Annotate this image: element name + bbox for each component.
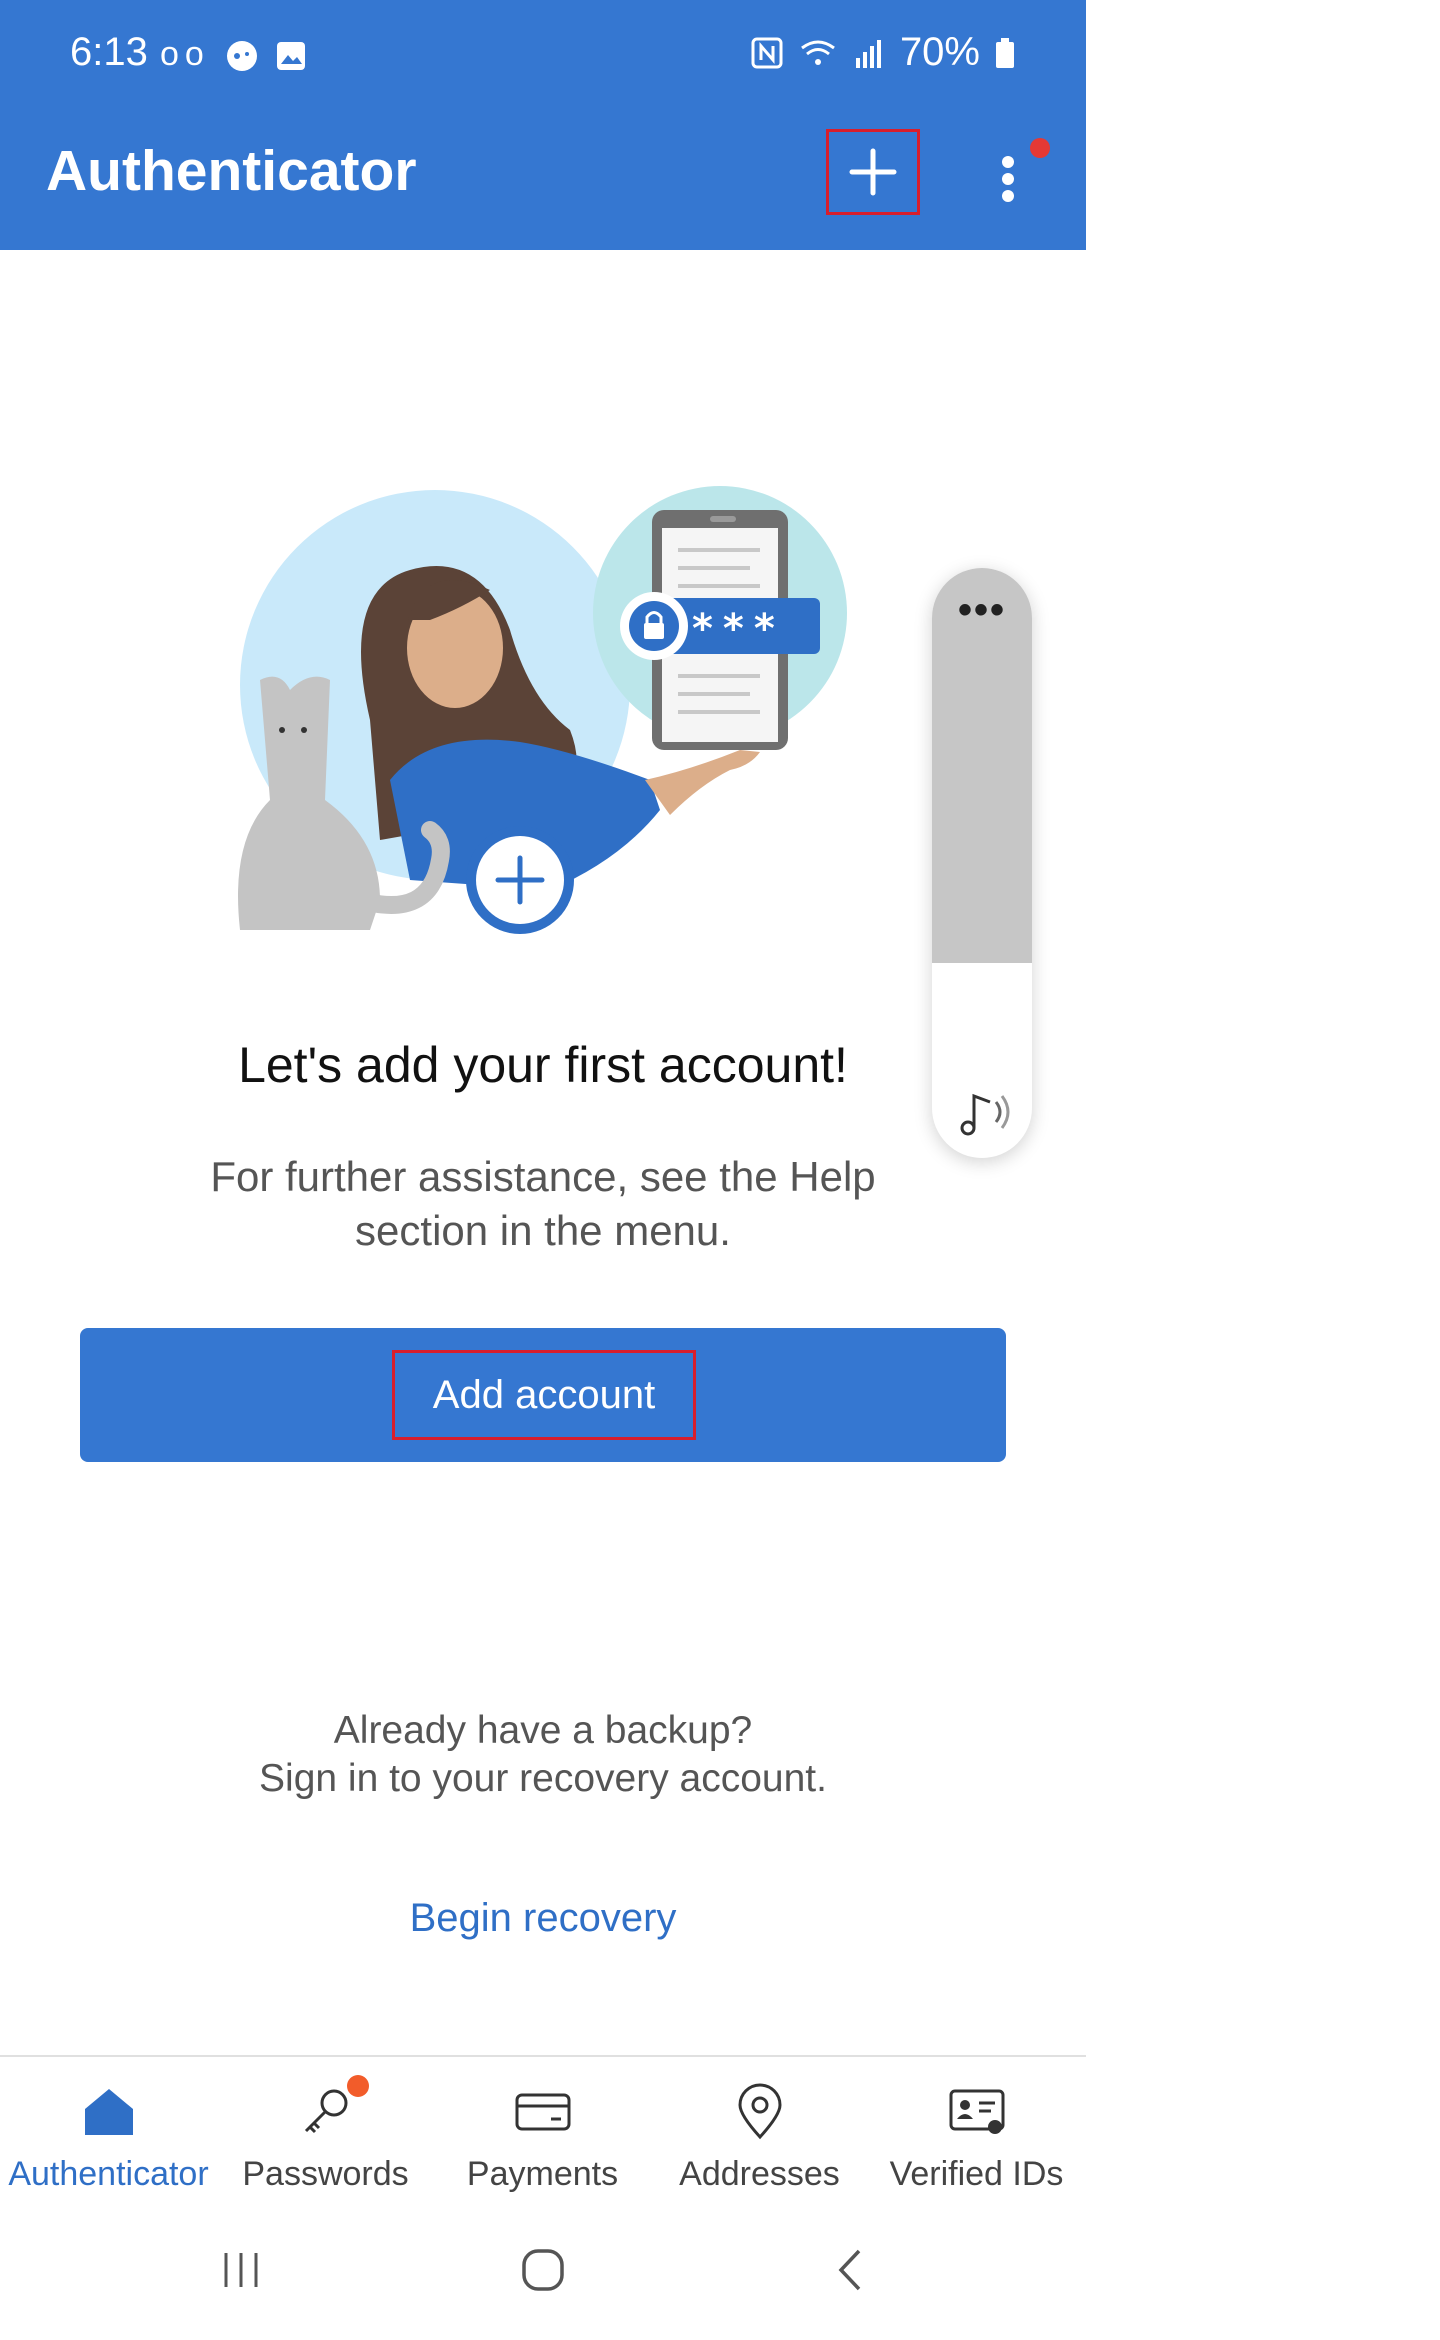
add-account-primary-button[interactable]: Add account	[80, 1328, 1006, 1462]
empty-state-heading: Let's add your first account!	[238, 1037, 848, 1093]
add-account-button-label: Add account	[392, 1350, 696, 1440]
begin-recovery-link[interactable]: Begin recovery	[0, 1896, 1086, 1941]
music-note-icon	[960, 1093, 1010, 1136]
nav-label-addresses: Addresses	[679, 2155, 840, 2193]
gallery-icon	[276, 42, 305, 71]
password-mask-text: ***	[692, 606, 785, 652]
back-button[interactable]	[805, 2235, 895, 2305]
backup-line-1: Already have a backup?	[333, 1709, 753, 1752]
home-button[interactable]	[498, 2235, 588, 2305]
bottom-navigation: Authenticator Passwords Payments Address…	[0, 2057, 1086, 2207]
plus-icon	[849, 148, 897, 196]
backup-line-2: Sign in to your recovery account.	[259, 1757, 827, 1800]
backup-prompt: Already have a backup? Sign in to your r…	[0, 1707, 1086, 1803]
signal-icon	[855, 39, 881, 68]
status-bar: 6:13 oo 70%	[0, 0, 1086, 110]
notification-badge	[1030, 138, 1050, 158]
home-circle-icon	[522, 2249, 564, 2291]
empty-state-subtext: For further assistance, see the Help sec…	[210, 1153, 876, 1254]
volume-options-button[interactable]: •••	[932, 588, 1032, 633]
home-icon	[84, 2089, 133, 2135]
system-navigation-bar	[0, 2225, 1086, 2340]
nav-label-payments: Payments	[466, 2155, 619, 2193]
nav-item-passwords[interactable]: Passwords	[217, 2057, 434, 2207]
recent-apps-button[interactable]	[196, 2235, 286, 2305]
app-bar: Authenticator	[0, 110, 1086, 250]
nav-item-payments[interactable]: Payments	[434, 2057, 651, 2207]
status-right: 70%	[750, 30, 1016, 75]
nfc-icon	[751, 37, 783, 68]
status-left-icons: oo	[160, 35, 307, 74]
nav-item-addresses[interactable]: Addresses	[651, 2057, 868, 2207]
nav-item-authenticator[interactable]: Authenticator	[0, 2057, 217, 2207]
app-title: Authenticator	[46, 139, 417, 203]
card-icon	[515, 2093, 570, 2131]
nav-label-authenticator: Authenticator	[8, 2155, 209, 2193]
id-card-icon	[949, 2089, 1004, 2134]
volume-slider[interactable]: •••	[932, 568, 1032, 1158]
battery-percent: 70%	[899, 30, 980, 74]
battery-icon	[996, 37, 1014, 68]
nav-label-verified-ids: Verified IDs	[889, 2155, 1064, 2193]
passwords-badge	[347, 2075, 369, 2097]
back-chevron-icon	[838, 2249, 861, 2291]
nav-label-passwords: Passwords	[242, 2155, 409, 2193]
wifi-icon	[801, 40, 835, 65]
add-account-button[interactable]	[826, 129, 920, 215]
key-icon	[304, 2089, 347, 2134]
status-time: 6:13	[70, 30, 148, 74]
voicemail-icon: oo	[160, 35, 210, 73]
app-screen: 6:13 oo 70% Authenticator *** Let's add …	[0, 0, 1086, 2340]
hero-illustration: ***	[238, 486, 847, 934]
recent-apps-icon	[224, 2253, 258, 2287]
game-icon	[227, 41, 258, 72]
nav-item-verified-ids[interactable]: Verified IDs	[868, 2057, 1085, 2207]
location-pin-icon	[737, 2083, 782, 2140]
